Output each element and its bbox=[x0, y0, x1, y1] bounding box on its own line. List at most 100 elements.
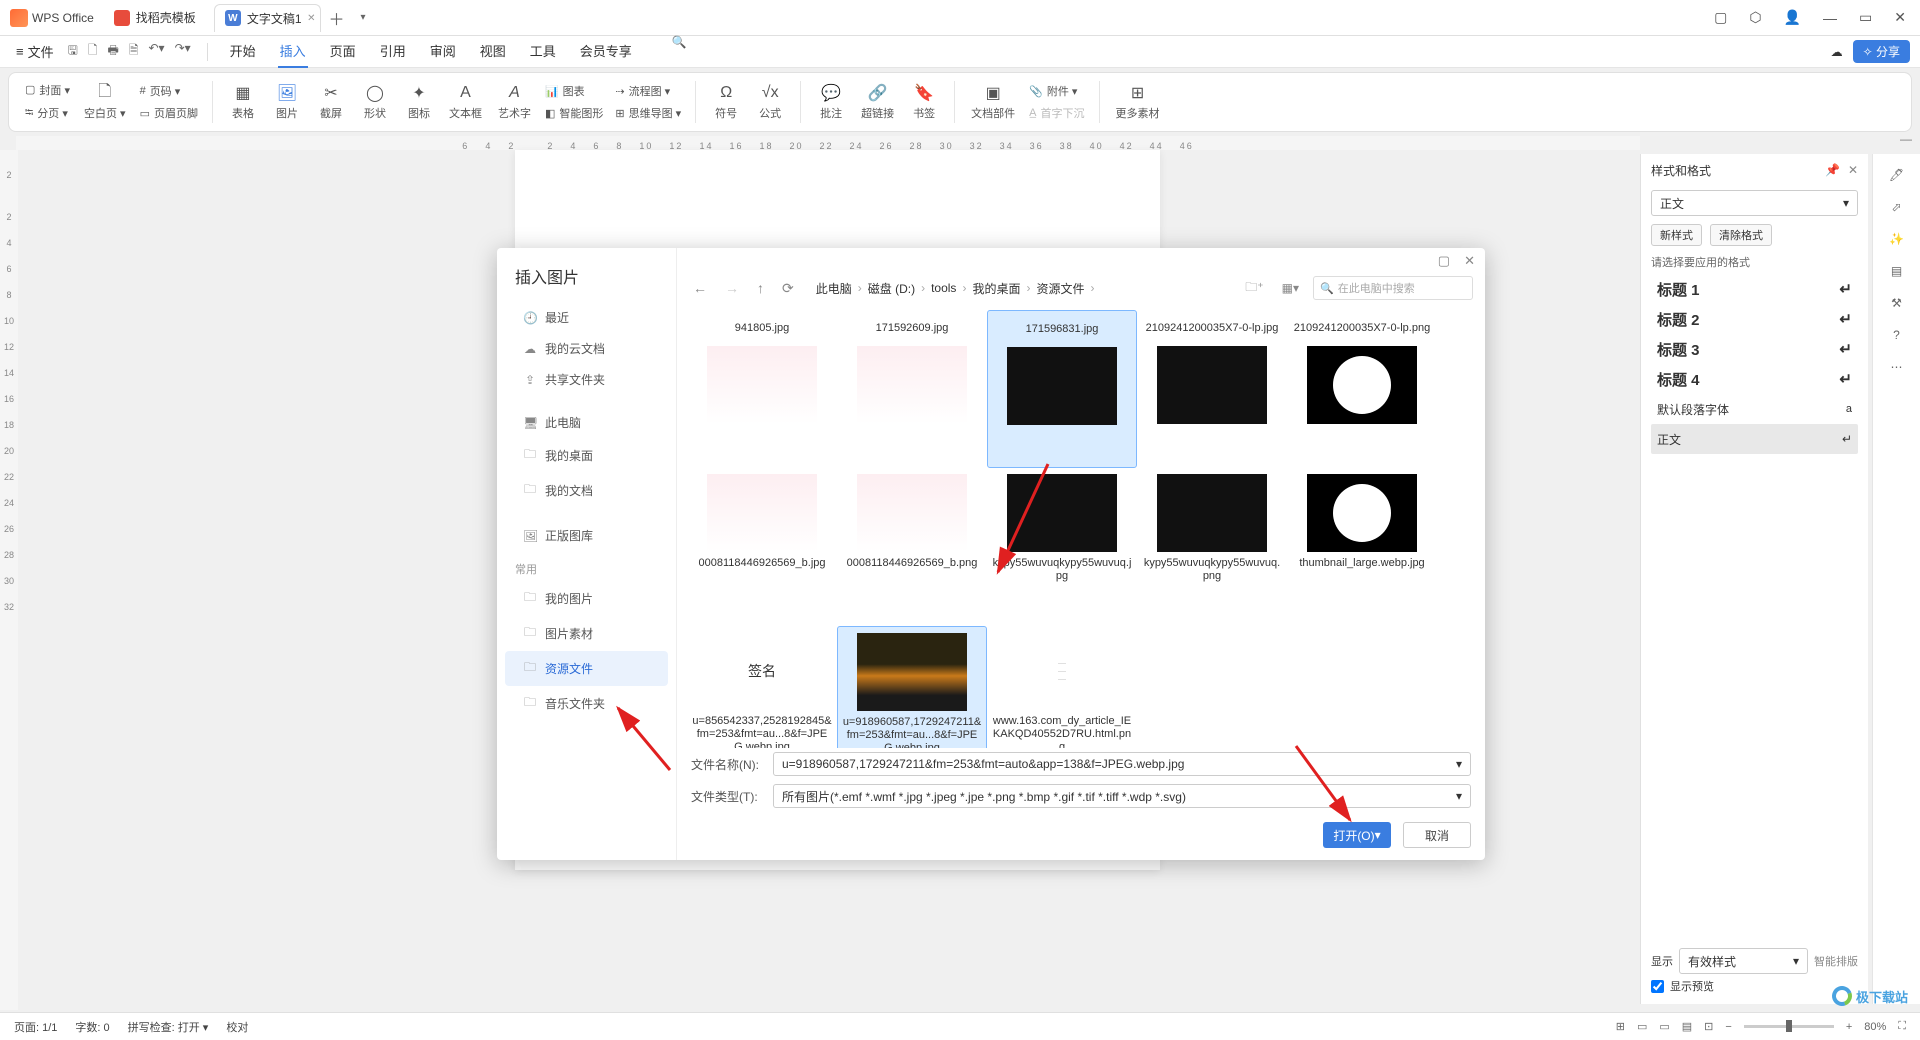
tab-reference[interactable]: 引用 bbox=[378, 35, 408, 68]
collapse-panel-icon[interactable]: — bbox=[1900, 132, 1912, 146]
nav-up-icon[interactable]: ↑ bbox=[753, 278, 768, 298]
dialog-maximize-icon[interactable]: ▢ bbox=[1438, 253, 1450, 269]
paint-icon[interactable]: 🖊 bbox=[1889, 168, 1904, 182]
tab-member[interactable]: 会员专享 bbox=[578, 35, 634, 68]
open-button[interactable]: 打开(O) ▾ bbox=[1323, 822, 1391, 848]
view-web-icon[interactable]: ▭ bbox=[1659, 1020, 1669, 1033]
dropcap-button[interactable]: A̲首字下沉 bbox=[1025, 103, 1088, 123]
ai-icon[interactable]: ⊡ bbox=[1704, 1020, 1713, 1033]
clear-format-button[interactable]: 清除格式 bbox=[1710, 224, 1772, 246]
flow-button[interactable]: ⇢流程图 ▾ bbox=[611, 81, 685, 101]
fullscreen-icon[interactable]: ⛶ bbox=[1898, 1020, 1906, 1033]
view-mode-icon[interactable]: ▦▾ bbox=[1278, 281, 1303, 295]
pin-icon[interactable]: 📌 bbox=[1825, 163, 1840, 177]
file-item[interactable]: 171596831.jpg bbox=[987, 310, 1137, 468]
current-style-select[interactable]: 正文▾ bbox=[1651, 190, 1858, 216]
file-item[interactable]: 0008118446926569_b.jpg bbox=[687, 468, 837, 626]
side-mypics[interactable]: 🗀我的图片 bbox=[505, 581, 668, 616]
share-button[interactable]: ✧ 分享 bbox=[1853, 40, 1910, 63]
avatar-icon[interactable]: 👤 bbox=[1784, 9, 1801, 26]
side-gallery[interactable]: 🖼正版图库 bbox=[505, 520, 668, 551]
settings-icon[interactable]: ⚒ bbox=[1891, 296, 1902, 310]
wordart-button[interactable]: A艺术字 bbox=[492, 81, 537, 123]
table-button[interactable]: ▦表格 bbox=[223, 81, 263, 123]
file-item[interactable]: 2109241200035X7-0-lp.png bbox=[1287, 310, 1437, 468]
side-recent[interactable]: 🕘最近 bbox=[505, 302, 668, 333]
tab-insert[interactable]: 插入 bbox=[278, 35, 308, 68]
show-select[interactable]: 有效样式▾ bbox=[1679, 948, 1808, 974]
formula-button[interactable]: √x公式 bbox=[750, 81, 790, 123]
tab-menu-button[interactable]: ▾ bbox=[353, 12, 374, 23]
textbox-button[interactable]: A文本框 bbox=[443, 81, 488, 123]
file-item[interactable]: 签名u=856542337,2528192845&fm=253&fmt=au..… bbox=[687, 626, 837, 748]
zoom-value[interactable]: 80% bbox=[1864, 1021, 1886, 1033]
tab-document[interactable]: W 文字文稿1 ✕ bbox=[214, 4, 321, 32]
side-thispc[interactable]: 🖥此电脑 bbox=[505, 407, 668, 438]
status-proof[interactable]: 校对 bbox=[226, 1019, 248, 1035]
file-item[interactable]: 2109241200035X7-0-lp.jpg bbox=[1137, 310, 1287, 468]
dialog-close-icon[interactable]: ✕ bbox=[1464, 253, 1475, 269]
maximize-icon[interactable]: ▭ bbox=[1859, 9, 1872, 26]
style-default-para[interactable]: 默认段落字体a bbox=[1651, 394, 1858, 424]
print-quick-icon[interactable]: 🗋 bbox=[88, 41, 98, 62]
side-desktop[interactable]: 🗀我的桌面 bbox=[505, 438, 668, 473]
spark-icon[interactable]: ✨ bbox=[1889, 232, 1904, 246]
pagenum-button[interactable]: #页码 ▾ bbox=[136, 81, 202, 101]
iconlib-button[interactable]: ✦图标 bbox=[399, 81, 439, 123]
side-resfiles[interactable]: 🗀资源文件 bbox=[505, 651, 668, 686]
status-page[interactable]: 页面: 1/1 bbox=[14, 1019, 57, 1035]
style-heading2[interactable]: 标题 2↵ bbox=[1651, 304, 1858, 334]
cube-icon[interactable]: ⬡ bbox=[1749, 9, 1761, 26]
new-style-button[interactable]: 新样式 bbox=[1651, 224, 1702, 246]
side-picmat[interactable]: 🗀图片素材 bbox=[505, 616, 668, 651]
more-button[interactable]: ⊞更多素材 bbox=[1110, 81, 1166, 123]
layers-icon[interactable]: ▤ bbox=[1891, 264, 1902, 278]
tab-templates[interactable]: 找稻壳模板 bbox=[104, 4, 214, 32]
file-item[interactable]: ｜｜｜www.163.com_dy_article_IEKAKQD40552D7… bbox=[987, 626, 1137, 748]
preview-icon[interactable]: 🗎 bbox=[129, 41, 139, 62]
undo-icon[interactable]: ↶▾ bbox=[148, 41, 164, 62]
view-grid-icon[interactable]: ⊞ bbox=[1616, 1020, 1625, 1033]
search-icon[interactable]: 🔍 bbox=[672, 35, 687, 68]
symbol-button[interactable]: Ω符号 bbox=[706, 81, 746, 123]
status-words[interactable]: 字数: 0 bbox=[75, 1019, 109, 1035]
close-icon[interactable]: ✕ bbox=[1894, 9, 1906, 26]
style-heading3[interactable]: 标题 3↵ bbox=[1651, 334, 1858, 364]
attach-button[interactable]: 📎附件 ▾ bbox=[1025, 81, 1088, 101]
pointer-icon[interactable]: ⬀ bbox=[1891, 200, 1901, 214]
bookmark-button[interactable]: 🔖书签 bbox=[904, 81, 944, 123]
save-icon[interactable]: 🖫 bbox=[68, 41, 78, 62]
tab-page[interactable]: 页面 bbox=[328, 35, 358, 68]
file-item[interactable]: kypy55wuvuqkypy55wuvuq.jpg bbox=[987, 468, 1137, 626]
cancel-button[interactable]: 取消 bbox=[1403, 822, 1471, 848]
cover-button[interactable]: ▢封面 ▾ bbox=[21, 80, 74, 100]
smart-button[interactable]: ◧智能图形 bbox=[541, 103, 607, 123]
picture-button[interactable]: 🖼图片 bbox=[267, 81, 307, 123]
minimize-icon[interactable]: — bbox=[1823, 10, 1837, 26]
comment-button[interactable]: 💬批注 bbox=[811, 81, 851, 123]
view-outline-icon[interactable]: ▤ bbox=[1682, 1020, 1692, 1033]
preview-checkbox[interactable] bbox=[1651, 980, 1664, 993]
side-musicfiles[interactable]: 🗀音乐文件夹 bbox=[505, 686, 668, 721]
hyperlink-button[interactable]: 🔗超链接 bbox=[855, 81, 900, 123]
search-input[interactable]: 🔍 在此电脑中搜索 bbox=[1313, 276, 1473, 300]
nav-refresh-icon[interactable]: ⟳ bbox=[778, 278, 798, 299]
close-panel-icon[interactable]: ✕ bbox=[1848, 163, 1858, 177]
chart-button[interactable]: 📊图表 bbox=[541, 81, 607, 101]
print-icon[interactable]: 🖶 bbox=[108, 41, 119, 62]
status-spell[interactable]: 拼写检查: 打开 ▾ bbox=[128, 1019, 209, 1035]
blankpage-button[interactable]: 🗋空白页 ▾ bbox=[78, 81, 132, 123]
close-tab-icon[interactable]: ✕ bbox=[307, 13, 315, 24]
file-item[interactable]: 171592609.jpg bbox=[837, 310, 987, 468]
help-icon[interactable]: ? bbox=[1893, 328, 1900, 342]
view-page-icon[interactable]: ▭ bbox=[1637, 1020, 1647, 1033]
nav-forward-icon[interactable]: → bbox=[721, 278, 743, 298]
breadcrumb[interactable]: 此电脑› 磁盘 (D:)› tools› 我的桌面› 资源文件› bbox=[808, 280, 1232, 297]
zoom-out-icon[interactable]: − bbox=[1725, 1021, 1731, 1033]
file-item[interactable]: u=918960587,1729247211&fm=253&fmt=au...8… bbox=[837, 626, 987, 748]
docparts-button[interactable]: ▣文档部件 bbox=[965, 81, 1021, 123]
shape-button[interactable]: ◯形状 bbox=[355, 81, 395, 123]
style-heading4[interactable]: 标题 4↵ bbox=[1651, 364, 1858, 394]
side-mydocs[interactable]: 🗀我的文档 bbox=[505, 473, 668, 508]
side-shared[interactable]: ⇪共享文件夹 bbox=[505, 364, 668, 395]
